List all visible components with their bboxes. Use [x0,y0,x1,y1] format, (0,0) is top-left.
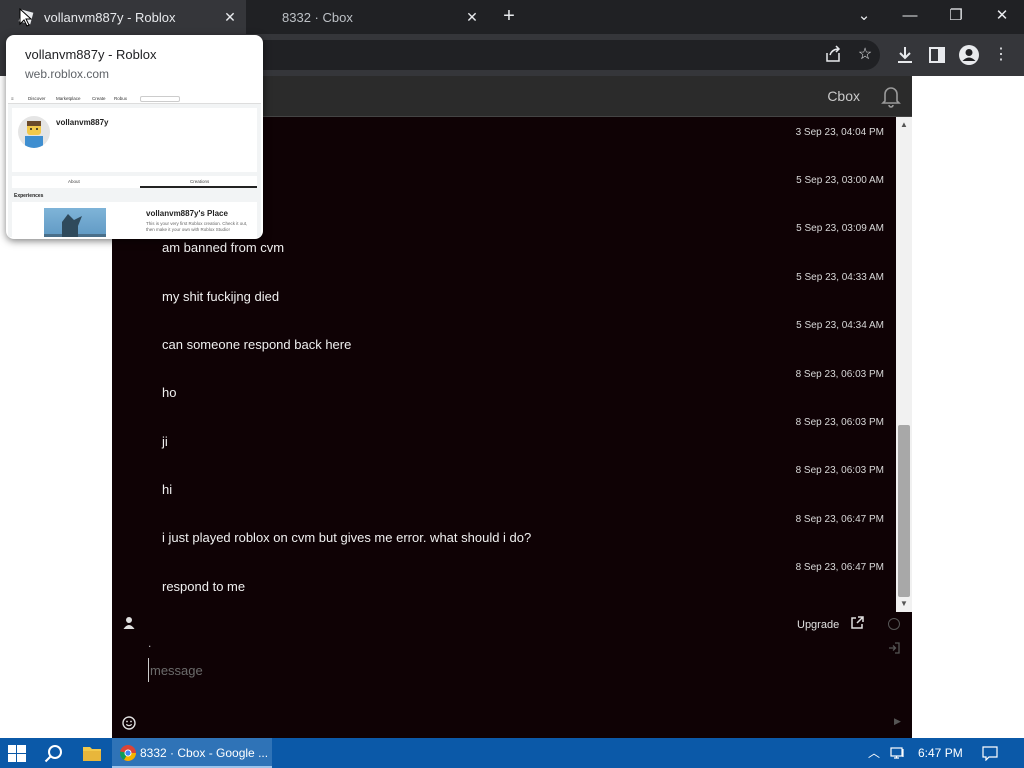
cbox-title: Cbox [827,88,860,104]
thumb-nav-item: Robux [114,96,128,101]
minimize-icon[interactable]: — [896,4,924,28]
windows-start-icon[interactable] [8,745,26,762]
browser-tab-bar: vollanvm887y - Roblox ✕ 8332 · Cbox ✕ + … [0,0,1024,34]
thumb-nav-item: Discover [28,96,46,101]
tab-title: vollanvm887y - Roblox [44,9,176,25]
taskbar-chrome-label: 8332 · Cbox - Google ... [140,746,269,760]
tab-close-icon[interactable]: ✕ [220,9,240,26]
status-circle-icon[interactable] [888,618,900,630]
side-panel-icon[interactable] [926,44,948,66]
scroll-up-icon[interactable]: ▲ [899,120,909,130]
message-text: i just played roblox on cvm but gives me… [162,530,532,545]
thumb-tab-underline [140,186,257,188]
thumb-nav: ≡ Discover Marketplace Create Robux [8,94,261,104]
thumb-section-label: Experiences [14,193,44,199]
share-icon[interactable] [822,44,844,66]
new-tab-icon[interactable]: + [498,6,520,28]
thumb-nav-item: Create [92,96,106,101]
download-icon[interactable] [894,44,916,66]
message-timestamp: 3 Sep 23, 04:04 PM [795,127,884,138]
tab-close-icon[interactable]: ✕ [462,9,482,26]
login-icon[interactable] [888,642,900,654]
page-margin-right [912,76,1024,738]
user-icon[interactable] [122,616,136,630]
message-input[interactable] [148,658,848,682]
taskbar-chrome-button[interactable]: 8332 · Cbox - Google ... [112,738,272,768]
message-timestamp: 8 Sep 23, 06:03 PM [795,369,884,380]
emoji-smiley-icon[interactable] [122,716,136,730]
tab-hover-preview: vollanvm887y - Roblox web.roblox.com ≡ D… [6,35,263,239]
windows-taskbar: 8332 · Cbox - Google ... ︿ 6:47 PM [0,738,1024,768]
file-explorer-icon[interactable] [82,744,102,762]
tab-title: 8332 · Cbox [282,9,353,25]
thumb-search-box [140,96,180,102]
thumb-place-description: This is your very first Roblox creation.… [146,221,248,232]
tray-chevron-up-icon[interactable]: ︿ [866,745,882,761]
tab-cbox[interactable]: 8332 · Cbox ✕ [246,0,488,34]
close-window-icon[interactable]: ✕ [988,4,1016,28]
upgrade-link[interactable]: Upgrade [797,619,839,631]
taskbar-search-icon[interactable] [44,744,64,764]
scroll-thumb[interactable] [898,425,910,597]
thumb-experience-image [44,208,106,237]
message-text: ji [162,434,168,449]
chrome-icon [120,745,136,761]
preview-url: web.roblox.com [25,67,110,81]
profile-avatar-icon[interactable] [958,44,980,66]
message-text: ho [162,385,177,400]
maximize-icon[interactable]: ❐ [942,4,970,28]
message-timestamp: 5 Sep 23, 04:33 AM [796,272,884,283]
menu-kebab-icon[interactable]: ⋮ [990,44,1012,66]
chat-scrollbar[interactable]: ▲ ▼ [896,117,912,612]
thumb-place-title: vollanvm887y's Place [146,209,228,218]
message-text: respond to me [162,579,246,594]
tab-roblox[interactable]: vollanvm887y - Roblox ✕ [0,0,246,34]
mouse-cursor-icon [19,8,33,27]
message-timestamp: 8 Sep 23, 06:47 PM [795,514,884,525]
message-text: am banned from cvm [162,240,285,255]
message-timestamp: 5 Sep 23, 03:09 AM [796,223,884,234]
external-link-icon[interactable] [850,616,864,630]
address-bar[interactable] [230,40,880,70]
scroll-down-icon[interactable]: ▼ [899,599,909,609]
message-text: can someone respond back here [162,337,352,352]
taskbar-clock[interactable]: 6:47 PM [918,746,963,760]
thumb-avatar [18,116,50,148]
thumb-tab-about: About [68,179,80,184]
message-timestamp: 8 Sep 23, 06:47 PM [795,562,884,573]
bell-icon[interactable] [878,83,904,109]
tab-search-chevron-icon[interactable]: ⌄ [850,4,878,28]
message-timestamp: 8 Sep 23, 06:03 PM [795,417,884,428]
thumb-experience-card: vollanvm887y's Place This is your very f… [12,202,257,237]
notifications-icon[interactable] [982,745,998,761]
network-icon[interactable] [890,745,906,761]
thumb-nav-item: Marketplace [56,96,81,101]
send-arrow-icon[interactable]: ▶ [894,716,901,727]
thumb-username: vollanvm887y [56,118,109,127]
place-thumbnail-icon [44,214,106,237]
message-timestamp: 5 Sep 23, 03:00 AM [796,175,884,186]
message-timestamp: 8 Sep 23, 06:03 PM [795,465,884,476]
message-text: hi [162,482,173,497]
preview-thumbnail: ≡ Discover Marketplace Create Robux voll… [8,94,261,237]
message-timestamp: 5 Sep 23, 04:34 AM [796,320,884,331]
name-field[interactable]: . [148,636,151,650]
message-composer: Upgrade . ▶ [112,612,912,738]
thumb-tab-creations: Creations [190,179,210,184]
avatar-figure-icon [25,121,43,148]
bookmark-star-icon[interactable]: ☆ [854,44,876,66]
message-text: my shit fuckijng died [162,289,280,304]
thumb-profile-card: vollanvm887y [12,108,257,172]
thumb-menu-icon: ≡ [11,96,14,101]
preview-title: vollanvm887y - Roblox [25,47,157,62]
thumb-tabs: About Creations [12,176,257,188]
